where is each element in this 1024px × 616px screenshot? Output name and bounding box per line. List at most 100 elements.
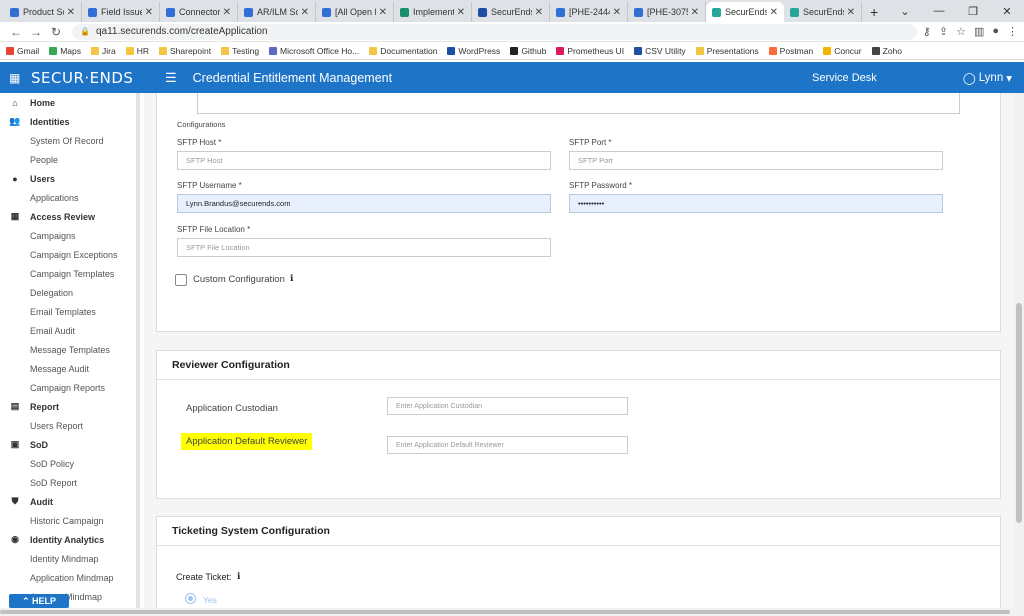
vertical-scrollbar-thumb[interactable] bbox=[1016, 303, 1022, 523]
sidebar-item-report[interactable]: ▤ Report bbox=[0, 397, 136, 416]
tab-close-icon[interactable]: ✕ bbox=[691, 7, 699, 18]
sidebar-item-message-templates[interactable]: Message Templates bbox=[0, 340, 136, 359]
back-icon[interactable]: ← bbox=[6, 25, 26, 39]
sidebar-item-system-of-record[interactable]: System Of Record bbox=[0, 131, 136, 150]
browser-tab[interactable]: Field Issues✕ bbox=[82, 2, 160, 22]
vertical-scrollbar[interactable] bbox=[1014, 93, 1024, 608]
sidebar-item-users[interactable]: ● Users bbox=[0, 169, 136, 188]
sidebar-item-people[interactable]: People bbox=[0, 150, 136, 169]
restore-icon[interactable]: ❐ bbox=[956, 5, 990, 18]
sidebar-item-message-audit[interactable]: Message Audit bbox=[0, 359, 136, 378]
tab-close-icon[interactable]: ✕ bbox=[67, 7, 75, 18]
tab-close-icon[interactable]: ✕ bbox=[613, 7, 621, 18]
tab-close-icon[interactable]: ✕ bbox=[379, 7, 387, 18]
browser-tab[interactable]: Connectors✕ bbox=[160, 2, 238, 22]
browser-tab[interactable]: Product Sc ✕ bbox=[4, 2, 82, 22]
bookmark-item[interactable]: Microsoft Office Ho... bbox=[269, 46, 359, 56]
tab-close-icon[interactable]: ✕ bbox=[770, 7, 778, 18]
bookmark-item[interactable]: Jira bbox=[91, 46, 116, 56]
key-icon[interactable]: ⚷ bbox=[923, 25, 931, 38]
sidebar-item-home[interactable]: ⌂ Home bbox=[0, 93, 136, 112]
bookmark-item[interactable]: Github bbox=[510, 46, 546, 56]
sftp-host-input[interactable]: SFTP Host bbox=[177, 151, 551, 170]
bookmark-item[interactable]: Maps bbox=[49, 46, 81, 56]
browser-tab[interactable]: AR/ILM Sce✕ bbox=[238, 2, 316, 22]
tab-close-icon[interactable]: ✕ bbox=[457, 7, 465, 18]
tab-close-icon[interactable]: ✕ bbox=[535, 7, 543, 18]
forward-icon[interactable]: → bbox=[26, 25, 46, 39]
minimize-icon[interactable]: — bbox=[922, 5, 956, 17]
tab-close-icon[interactable]: ✕ bbox=[301, 7, 309, 18]
browser-tab[interactable]: [All Open D✕ bbox=[316, 2, 394, 22]
sidebar-item-sod-report[interactable]: SoD Report bbox=[0, 473, 136, 492]
share-icon[interactable]: ⇪ bbox=[939, 25, 948, 38]
service-desk-link[interactable]: Service Desk bbox=[812, 72, 877, 84]
application-default-reviewer-input[interactable]: Enter Application Default Reviewer bbox=[387, 436, 628, 454]
bookmark-item[interactable]: Prometheus UI bbox=[556, 46, 624, 56]
sidebar-item-users-report[interactable]: Users Report bbox=[0, 416, 136, 435]
bookmark-item[interactable]: Sharepoint bbox=[158, 46, 211, 56]
description-textarea[interactable] bbox=[197, 93, 960, 114]
profile-icon[interactable]: ● bbox=[992, 25, 999, 38]
menu-kebab-icon[interactable]: ⋮ bbox=[1007, 25, 1018, 38]
info-icon[interactable]: ℹ bbox=[237, 571, 240, 582]
custom-configuration-checkbox[interactable] bbox=[175, 274, 187, 286]
bookmark-item[interactable]: Presentations bbox=[695, 46, 759, 56]
sidebar-item-email-audit[interactable]: Email Audit bbox=[0, 321, 136, 340]
new-tab-button[interactable]: + bbox=[870, 2, 878, 22]
sftp-port-input[interactable]: SFTP Port bbox=[569, 151, 943, 170]
help-button[interactable]: ⌃ HELP bbox=[9, 594, 69, 608]
bookmark-item[interactable]: WordPress bbox=[447, 46, 500, 56]
bookmark-item[interactable]: Zoho bbox=[871, 46, 902, 56]
sidebar-item-campaign-templates[interactable]: Campaign Templates bbox=[0, 264, 136, 283]
sidebar-item-applications[interactable]: Applications bbox=[0, 188, 136, 207]
info-icon[interactable]: ℹ bbox=[290, 273, 293, 284]
sidebar-item-campaigns[interactable]: Campaigns bbox=[0, 226, 136, 245]
sidebar-item-audit[interactable]: ⛊ Audit bbox=[0, 492, 136, 511]
close-window-icon[interactable]: ✕ bbox=[990, 5, 1024, 18]
sidebar-item-delegation[interactable]: Delegation bbox=[0, 283, 136, 302]
browser-tab[interactable]: SecurEnds ✕ bbox=[706, 2, 784, 22]
bookmark-item[interactable]: Documentation bbox=[369, 46, 437, 56]
browser-tab[interactable]: SecurEnds ✕ bbox=[784, 2, 862, 22]
bookmark-item[interactable]: Gmail bbox=[6, 46, 39, 56]
sidebar-item-application-mindmap[interactable]: Application Mindmap bbox=[0, 568, 136, 587]
browser-tab[interactable]: [PHE-2444]✕ bbox=[550, 2, 628, 22]
bookmark-item[interactable]: HR bbox=[125, 46, 149, 56]
sidebar-item-email-templates[interactable]: Email Templates bbox=[0, 302, 136, 321]
hamburger-menu-icon[interactable]: ☰ bbox=[165, 70, 177, 86]
bookmark-item[interactable]: Concur bbox=[823, 46, 862, 56]
sidebar-item-historic-campaign[interactable]: Historic Campaign bbox=[0, 511, 136, 530]
sidebar-item-access-review[interactable]: ▦ Access Review bbox=[0, 207, 136, 226]
browser-tab[interactable]: [PHE-3075]✕ bbox=[628, 2, 706, 22]
horizontal-scrollbar-thumb[interactable] bbox=[0, 610, 1010, 614]
bookmark-item[interactable]: Postman bbox=[768, 46, 813, 56]
sidebar-item-campaign-reports[interactable]: Campaign Reports bbox=[0, 378, 136, 397]
securends-logo[interactable]: SECUR·ENDS bbox=[31, 69, 151, 87]
tab-close-icon[interactable]: ✕ bbox=[847, 7, 855, 18]
sftp-file-location-input[interactable]: SFTP File Location bbox=[177, 238, 551, 257]
sidebar-item-identity-analytics[interactable]: ◉ Identity Analytics bbox=[0, 530, 136, 549]
tab-close-icon[interactable]: ✕ bbox=[145, 7, 153, 18]
sftp-password-input[interactable]: •••••••••• bbox=[569, 194, 943, 213]
sidebar-item-identity-mindmap[interactable]: Identity Mindmap bbox=[0, 549, 136, 568]
browser-tab[interactable]: SecurEnds ✕ bbox=[472, 2, 550, 22]
reload-icon[interactable]: ↻ bbox=[46, 25, 66, 39]
tab-search-icon[interactable]: ⌄ bbox=[888, 5, 922, 18]
sftp-username-input[interactable]: Lynn.Brandus@securends.com bbox=[177, 194, 551, 213]
sidebar-item-campaign-exceptions[interactable]: Campaign Exceptions bbox=[0, 245, 136, 264]
sidebar-item-sod[interactable]: ▣ SoD bbox=[0, 435, 136, 454]
tab-close-icon[interactable]: ✕ bbox=[223, 7, 231, 18]
apps-grid-icon[interactable]: ▦ bbox=[9, 71, 23, 85]
application-custodian-input[interactable]: Enter Application Custodian bbox=[387, 397, 628, 415]
browser-tab[interactable]: Implement ✕ bbox=[394, 2, 472, 22]
sidebar-item-identities[interactable]: 👥 Identities bbox=[0, 112, 136, 131]
side-panel-icon[interactable]: ▥ bbox=[974, 25, 984, 38]
create-ticket-yes-radio[interactable] bbox=[185, 593, 196, 604]
user-menu[interactable]: ◯ Lynn ▾ bbox=[963, 71, 1012, 85]
sidebar-item-sod-policy[interactable]: SoD Policy bbox=[0, 454, 136, 473]
bookmark-item[interactable]: CSV Utility bbox=[634, 46, 686, 56]
horizontal-scrollbar[interactable] bbox=[0, 608, 1024, 616]
bookmark-item[interactable]: Testing bbox=[221, 46, 259, 56]
url-field[interactable]: 🔒 qa11.securends.com/createApplication bbox=[72, 23, 917, 40]
